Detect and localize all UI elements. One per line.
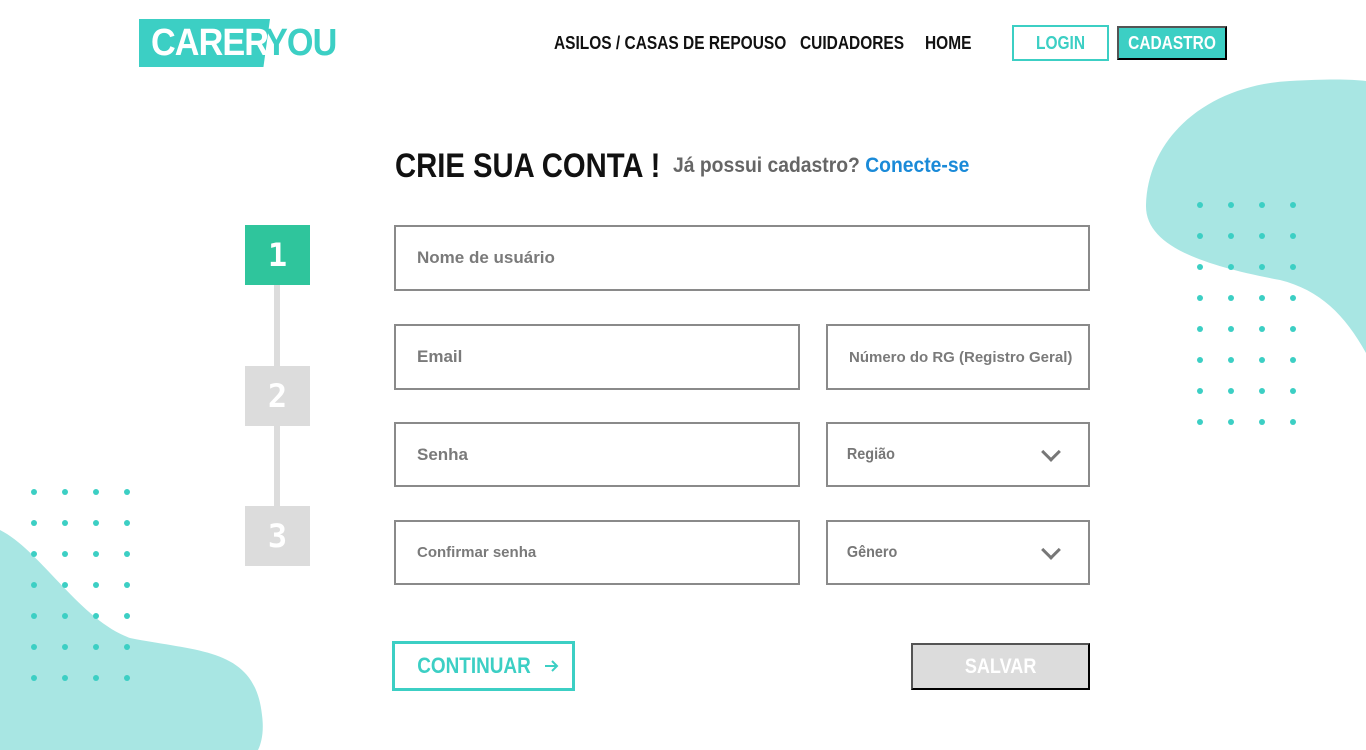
nav-link-cuidadores[interactable]: CUIDADORES <box>800 32 904 54</box>
email-field-wrapper <box>394 324 800 390</box>
login-button-label: LOGIN <box>1035 32 1086 53</box>
login-link[interactable]: Conecte-se <box>865 154 969 177</box>
rg-field-wrapper <box>826 324 1090 390</box>
step-3[interactable]: 3 <box>245 506 310 566</box>
brand-logo[interactable]: CARER YOU <box>139 19 337 67</box>
step-2[interactable]: 2 <box>245 366 310 426</box>
password-field-wrapper <box>394 422 800 487</box>
password-input[interactable] <box>396 424 798 485</box>
chevron-down-icon <box>1041 539 1061 560</box>
login-prompt: Já possui cadastro? Conecte-se <box>673 153 969 179</box>
region-select-value: Região <box>846 445 895 463</box>
page-title: CRIE SUA CONTA ! <box>395 147 661 185</box>
signup-button[interactable]: CADASTRO <box>1117 26 1227 60</box>
login-prompt-text: Já possui cadastro? <box>673 154 860 177</box>
step-1[interactable]: 1 <box>245 225 310 285</box>
signup-button-label: CADASTRO <box>1128 32 1216 53</box>
logo-text-you: YOU <box>265 22 337 64</box>
continue-button-label: CONTINUAR <box>416 653 531 678</box>
nav-link-home[interactable]: HOME <box>925 32 971 54</box>
gender-select-value: Gênero <box>846 543 898 561</box>
region-select[interactable]: Região <box>826 422 1090 487</box>
save-button[interactable]: SALVAR <box>911 643 1090 690</box>
dot-pattern-right <box>1197 202 1296 425</box>
continue-button[interactable]: CONTINUAR <box>392 641 575 691</box>
chevron-down-icon <box>1041 441 1061 462</box>
logo-text-carer: CARER <box>151 22 269 64</box>
login-button[interactable]: LOGIN <box>1012 25 1109 61</box>
rg-input[interactable] <box>828 326 1088 388</box>
username-input[interactable] <box>396 227 1088 289</box>
username-field-wrapper <box>394 225 1090 291</box>
save-button-label: SALVAR <box>964 654 1037 678</box>
gender-select[interactable]: Gênero <box>826 520 1090 585</box>
dot-pattern-left <box>31 489 130 681</box>
arrow-right-icon <box>544 660 558 672</box>
confirm-password-input[interactable] <box>396 522 798 583</box>
confirm-password-field-wrapper <box>394 520 800 585</box>
email-input[interactable] <box>396 326 798 388</box>
nav-link-asilos[interactable]: ASILOS / CASAS DE REPOUSO <box>554 32 786 54</box>
